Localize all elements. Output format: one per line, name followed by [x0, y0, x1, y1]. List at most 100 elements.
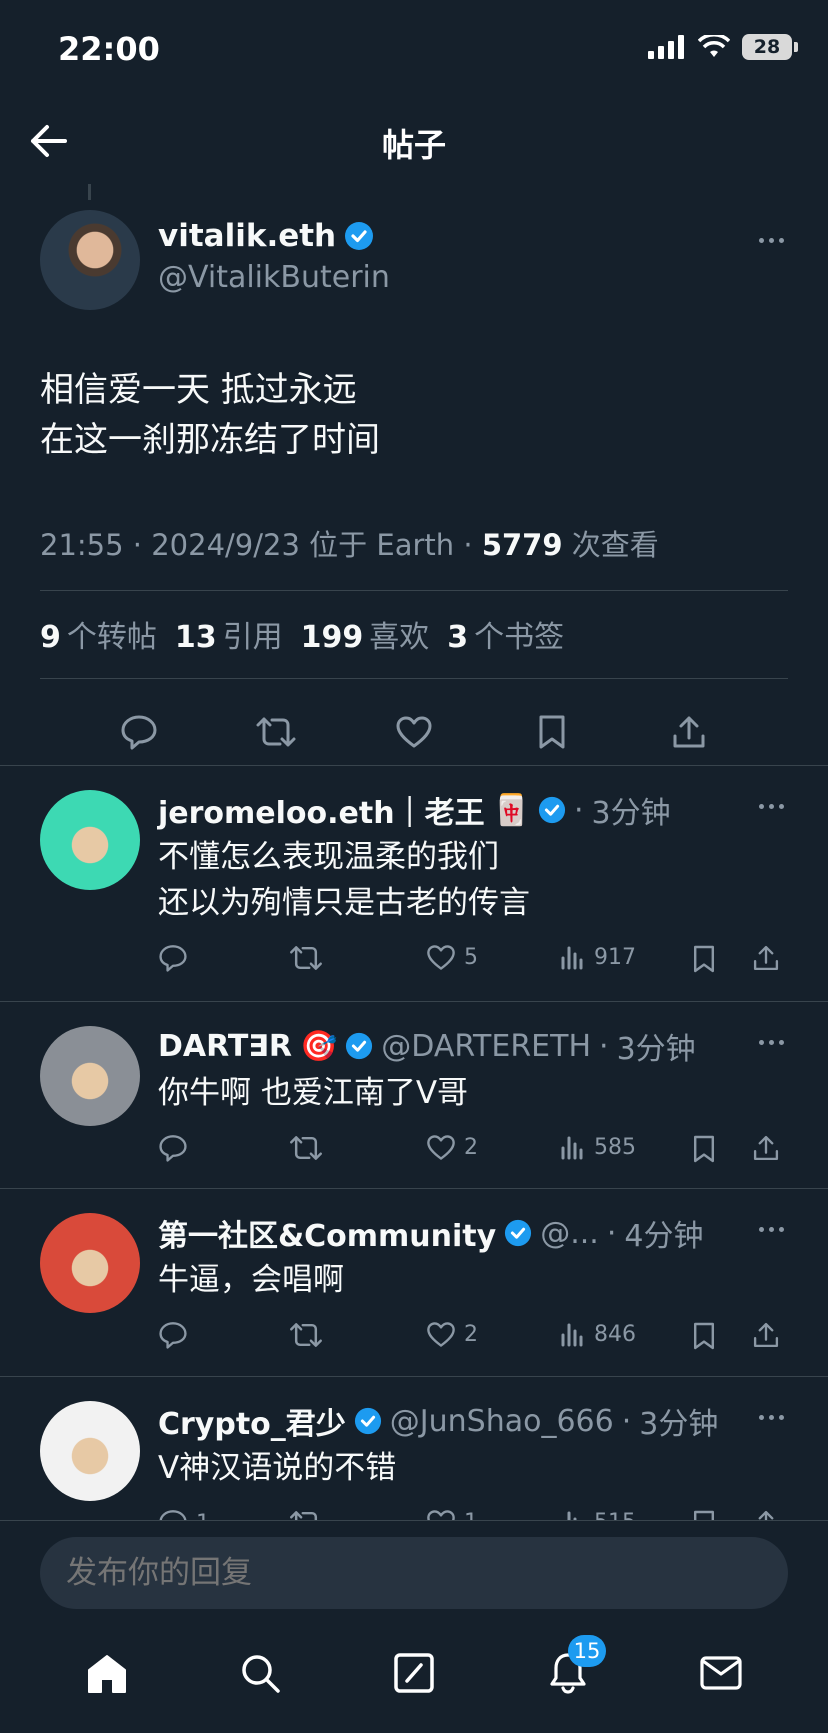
- views-button[interactable]: 917: [560, 944, 636, 970]
- share-button[interactable]: [752, 1321, 780, 1349]
- more-options-button[interactable]: [759, 1219, 784, 1239]
- view-count: 917: [594, 944, 636, 970]
- reply-action-bar: 2 585: [150, 1128, 790, 1178]
- repost-icon: [256, 717, 296, 747]
- reply-button[interactable]: [158, 944, 196, 972]
- reply-text-line: 还以为殉情只是古老的传言: [158, 885, 530, 921]
- like-button[interactable]: 2: [426, 1134, 478, 1161]
- views-icon: [560, 1321, 586, 1347]
- like-button[interactable]: [384, 702, 444, 762]
- repost-icon: [288, 944, 324, 972]
- share-icon: [673, 716, 705, 748]
- like-count: 2: [464, 1135, 478, 1160]
- tab-compose[interactable]: [384, 1643, 444, 1703]
- battery-icon: 28: [742, 34, 798, 60]
- more-options-button[interactable]: [759, 1032, 784, 1052]
- reply-time: 3分钟: [591, 796, 671, 831]
- more-options-button[interactable]: [759, 1407, 784, 1427]
- view-count: 5779: [481, 528, 563, 562]
- reply-time-sep: ·: [573, 792, 584, 828]
- bookmark-button[interactable]: [692, 1321, 716, 1351]
- stat-likes[interactable]: 199 喜欢: [301, 612, 430, 656]
- post-action-bar: [0, 698, 828, 766]
- stat-quotes[interactable]: 13 引用: [175, 612, 283, 656]
- status-time: 22:00: [58, 30, 160, 68]
- verified-badge-icon: [354, 1407, 382, 1435]
- post-stats: 9 个转帖 13 引用 199 喜欢 3 个书签: [40, 612, 564, 656]
- reply-item[interactable]: jeromeloo.eth｜老王 🀄 · 3分钟 不懂怎么表现温柔的我们 还以为…: [0, 765, 828, 1001]
- tab-bar: 15: [0, 1633, 828, 1713]
- reply-time-sep: ·: [621, 1403, 632, 1439]
- reply-author-row[interactable]: 第一社区&Community @... · 4分钟: [158, 1211, 703, 1255]
- more-options-button[interactable]: [759, 230, 784, 250]
- stat-bookmarks[interactable]: 3 个书签: [447, 612, 564, 656]
- views-button[interactable]: 585: [560, 1134, 636, 1160]
- author-name-row[interactable]: vitalik.eth: [158, 218, 374, 254]
- bottom-bar: 15: [0, 1520, 828, 1733]
- reply-text: 牛逼，会唱啊: [158, 1257, 344, 1303]
- reply-author-row[interactable]: Crypto_君少 @JunShao_666 · 3分钟: [158, 1399, 718, 1443]
- share-icon: [752, 1321, 780, 1349]
- notification-badge: 15: [567, 1635, 607, 1667]
- reply-author-name: Crypto_君少: [158, 1407, 346, 1442]
- like-count: 5: [464, 945, 478, 970]
- post-location: 位于 Earth: [309, 528, 455, 562]
- avatar[interactable]: [40, 210, 140, 310]
- reply-button[interactable]: [158, 1321, 196, 1349]
- reply-button[interactable]: [158, 1134, 196, 1162]
- repost-button[interactable]: [246, 702, 306, 762]
- post-date: 2024/9/23: [151, 528, 300, 562]
- status-bar: 22:00 28: [0, 0, 828, 100]
- verified-badge-icon: [345, 222, 374, 250]
- author-emoji: 🀄: [492, 792, 530, 828]
- tab-search[interactable]: [230, 1643, 290, 1703]
- reply-time-sep: ·: [599, 1028, 609, 1064]
- reply-item[interactable]: DART∃R 🎯 @DARTERETH · 3分钟 你牛啊 也爱江南了V哥 2 …: [0, 1001, 828, 1188]
- bookmark-icon: [692, 944, 716, 974]
- reply-author-row[interactable]: jeromeloo.eth｜老王 🀄 · 3分钟: [158, 788, 671, 832]
- share-icon: [752, 944, 780, 972]
- view-count: 846: [594, 1321, 636, 1347]
- tab-messages[interactable]: [691, 1643, 751, 1703]
- reply-avatar[interactable]: [40, 1401, 140, 1501]
- tab-notifications[interactable]: 15: [538, 1635, 607, 1703]
- tab-home[interactable]: [77, 1643, 137, 1703]
- bookmark-button[interactable]: [692, 944, 716, 974]
- reply-button[interactable]: [109, 702, 169, 762]
- reply-author-name: DART∃R: [158, 1028, 292, 1064]
- reply-input[interactable]: [40, 1537, 788, 1609]
- mail-icon: [700, 1656, 742, 1690]
- like-button[interactable]: 5: [426, 944, 478, 971]
- like-button[interactable]: 2: [426, 1321, 478, 1348]
- author-display-name: vitalik.eth: [158, 218, 337, 254]
- reply-avatar[interactable]: [40, 790, 140, 890]
- views-icon: [560, 944, 586, 970]
- reply-text: V神汉语说的不错: [158, 1445, 396, 1491]
- reply-item[interactable]: 第一社区&Community @... · 4分钟 牛逼，会唱啊 2 846: [0, 1188, 828, 1376]
- repost-button[interactable]: [288, 1134, 324, 1162]
- divider: [40, 678, 788, 679]
- reply-author-handle: @DARTERETH: [381, 1028, 592, 1064]
- heart-icon: [396, 716, 432, 748]
- verified-badge-icon: [345, 1032, 373, 1060]
- repost-button[interactable]: [288, 944, 324, 972]
- search-icon: [242, 1655, 281, 1693]
- bookmark-button[interactable]: [692, 1134, 716, 1164]
- heart-icon: [426, 1321, 456, 1348]
- stat-reposts[interactable]: 9 个转帖: [40, 612, 157, 656]
- reply-author-row[interactable]: DART∃R 🎯 @DARTERETH · 3分钟: [158, 1024, 696, 1068]
- reply-time-sep: ·: [606, 1215, 617, 1251]
- share-button[interactable]: [659, 702, 719, 762]
- reply-author-handle: @...: [540, 1215, 599, 1251]
- share-button[interactable]: [752, 1134, 780, 1162]
- reply-item[interactable]: Crypto_君少 @JunShao_666 · 3分钟 V神汉语说的不错 1 …: [0, 1376, 828, 1538]
- reply-avatar[interactable]: [40, 1213, 140, 1313]
- more-options-button[interactable]: [759, 796, 784, 816]
- bookmark-button[interactable]: [522, 702, 582, 762]
- views-button[interactable]: 846: [560, 1321, 636, 1347]
- repost-button[interactable]: [288, 1321, 324, 1349]
- reply-avatar[interactable]: [40, 1026, 140, 1126]
- author-handle[interactable]: @VitalikButerin: [158, 260, 390, 295]
- share-icon: [752, 1134, 780, 1162]
- share-button[interactable]: [752, 944, 780, 972]
